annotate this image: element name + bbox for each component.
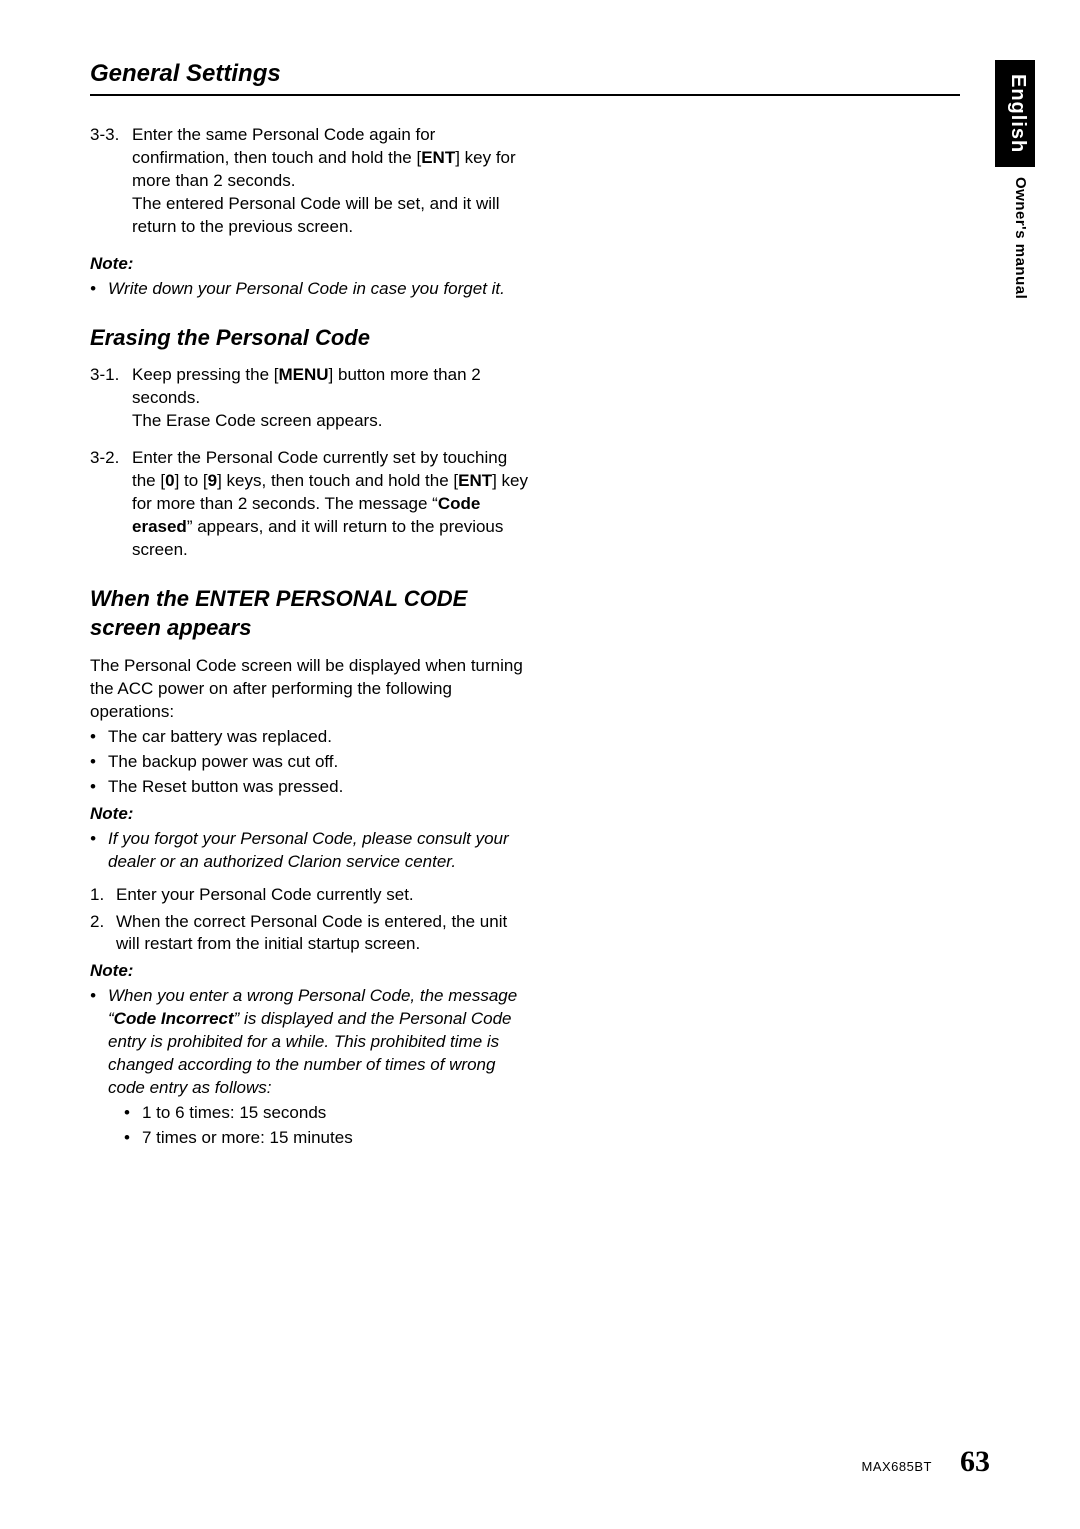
note-text: When you enter a wrong Personal Code, th… xyxy=(108,985,530,1100)
bullet-item: • The Reset button was pressed. xyxy=(90,776,530,799)
manual-page: English Owner's manual General Settings … xyxy=(0,0,1080,1529)
step-number: 3-3. xyxy=(90,124,132,239)
text: ] keys, then touch and hold the [ xyxy=(217,471,458,490)
subhead-erasing: Erasing the Personal Code xyxy=(90,323,530,353)
key-0: 0 xyxy=(165,471,174,490)
step-3-3: 3-3. Enter the same Personal Code again … xyxy=(90,124,530,239)
note-label: Note: xyxy=(90,253,530,276)
note-label: Note: xyxy=(90,803,530,826)
intro-text: The Personal Code screen will be display… xyxy=(90,655,530,724)
note-item: • Write down your Personal Code in case … xyxy=(90,278,530,301)
key-ent: ENT xyxy=(421,148,455,167)
key-9: 9 xyxy=(208,471,217,490)
item-number: 1. xyxy=(90,884,116,907)
step-3-1: 3-1. Keep pressing the [MENU] button mor… xyxy=(90,364,530,433)
note-label: Note: xyxy=(90,960,530,983)
bullet-item: • The backup power was cut off. xyxy=(90,751,530,774)
page-number: 63 xyxy=(960,1445,990,1479)
step-body: Enter the Personal Code currently set by… xyxy=(132,447,530,562)
ordered-item-2: 2. When the correct Personal Code is ent… xyxy=(90,911,530,957)
note-text: Write down your Personal Code in case yo… xyxy=(108,278,530,301)
text: The Erase Code screen appears. xyxy=(132,410,530,433)
key-menu: MENU xyxy=(278,365,328,384)
sub-bullet-text: 7 times or more: 15 minutes xyxy=(142,1127,530,1150)
content-column: 3-3. Enter the same Personal Code again … xyxy=(90,124,530,1150)
sub-bullet: • 1 to 6 times: 15 seconds xyxy=(124,1102,530,1125)
text: Keep pressing the [ xyxy=(132,365,278,384)
bullet-dot: • xyxy=(124,1102,142,1125)
step-number: 3-2. xyxy=(90,447,132,562)
text: The entered Personal Code will be set, a… xyxy=(132,193,530,239)
msg-code-incorrect: Code Incorrect xyxy=(114,1009,234,1028)
bullet-item: • The car battery was replaced. xyxy=(90,726,530,749)
step-body: Keep pressing the [MENU] button more tha… xyxy=(132,364,530,433)
subhead-enter-screen: When the ENTER PERSONAL CODE screen appe… xyxy=(90,584,530,643)
bullet-dot: • xyxy=(90,751,108,774)
text: ” appears, and it will return to the pre… xyxy=(132,517,503,559)
step-body: Enter the same Personal Code again for c… xyxy=(132,124,530,239)
note-item: • If you forgot your Personal Code, plea… xyxy=(90,828,530,874)
note-text: If you forgot your Personal Code, please… xyxy=(108,828,530,874)
step-number: 3-1. xyxy=(90,364,132,433)
section-header: General Settings xyxy=(90,60,960,96)
bullet-dot: • xyxy=(90,985,108,1100)
item-text: When the correct Personal Code is entere… xyxy=(116,911,530,957)
ordered-item-1: 1. Enter your Personal Code currently se… xyxy=(90,884,530,907)
item-number: 2. xyxy=(90,911,116,957)
bullet-dot: • xyxy=(90,828,108,874)
bullet-text: The car battery was replaced. xyxy=(108,726,530,749)
bullet-dot: • xyxy=(90,278,108,301)
note-item: • When you enter a wrong Personal Code, … xyxy=(90,985,530,1100)
page-footer: MAX685BT 63 xyxy=(862,1445,990,1479)
bullet-dot: • xyxy=(90,776,108,799)
bullet-dot: • xyxy=(90,726,108,749)
step-3-2: 3-2. Enter the Personal Code currently s… xyxy=(90,447,530,562)
model-id: MAX685BT xyxy=(862,1459,932,1474)
bullet-text: The Reset button was pressed. xyxy=(108,776,530,799)
side-tabs: English Owner's manual xyxy=(995,60,1035,314)
text: Enter the same Personal Code again for c… xyxy=(132,125,435,167)
sub-bullet: • 7 times or more: 15 minutes xyxy=(124,1127,530,1150)
sub-bullet-text: 1 to 6 times: 15 seconds xyxy=(142,1102,530,1125)
item-text: Enter your Personal Code currently set. xyxy=(116,884,530,907)
language-tab: English xyxy=(995,60,1035,167)
text: ] to [ xyxy=(175,471,208,490)
key-ent: ENT xyxy=(458,471,492,490)
bullet-dot: • xyxy=(124,1127,142,1150)
bullet-text: The backup power was cut off. xyxy=(108,751,530,774)
owners-manual-tab: Owner's manual xyxy=(995,167,1035,313)
